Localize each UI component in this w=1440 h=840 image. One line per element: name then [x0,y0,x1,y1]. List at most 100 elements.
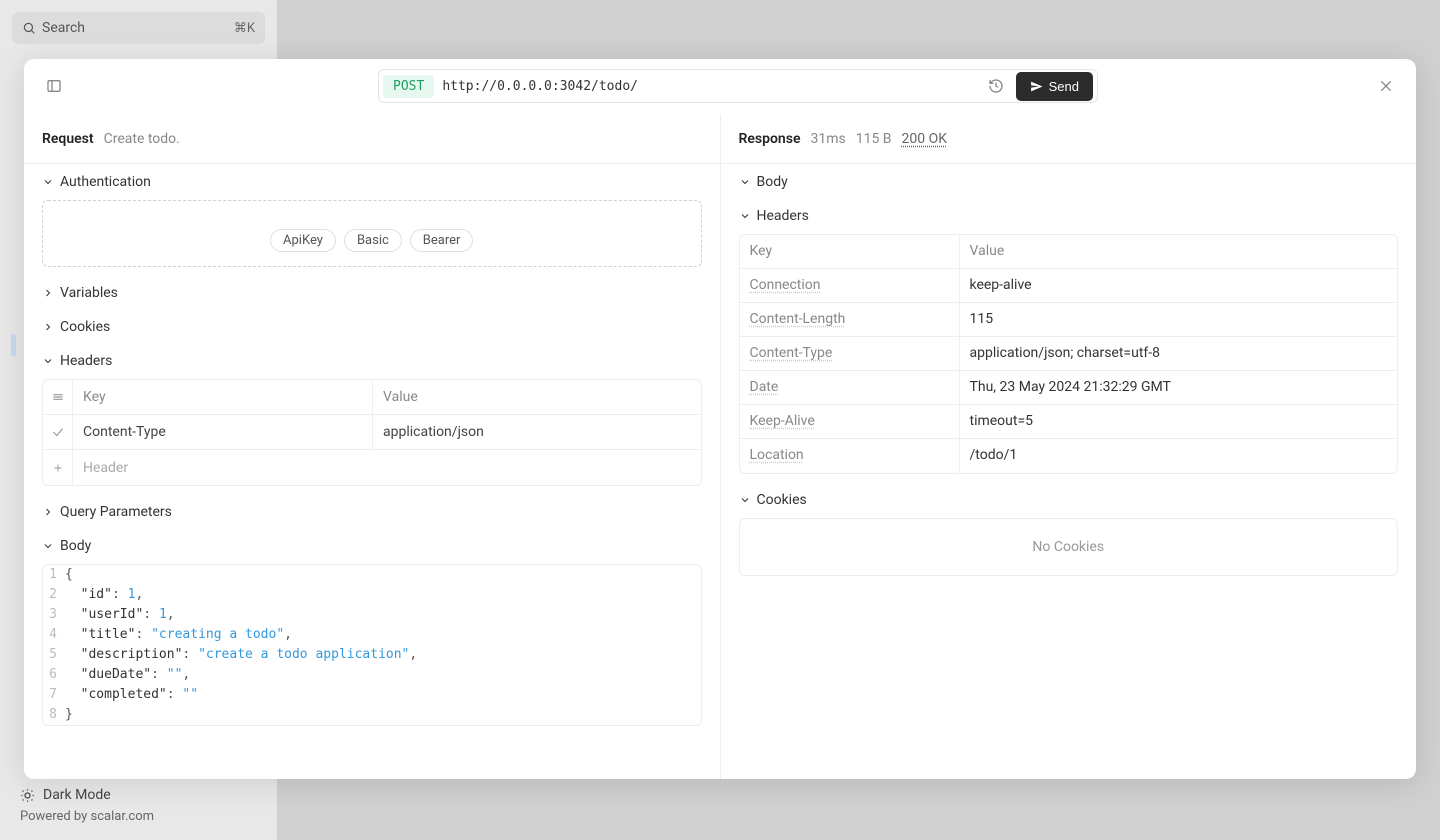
code-line[interactable]: 8} [43,705,701,725]
response-header-val: 115 [960,303,1398,336]
add-header-placeholder[interactable]: Header [73,450,373,485]
close-button[interactable] [1374,74,1398,98]
auth-label: Authentication [60,174,151,190]
table-row: Location/todo/1 [740,439,1398,473]
http-method-badge[interactable]: POST [383,75,434,98]
response-header-key: Date [740,371,960,404]
drag-icon [43,380,73,414]
chevron-right-icon [42,321,54,333]
send-button[interactable]: Send [1016,72,1093,101]
cookies-section-header[interactable]: Cookies [42,319,702,335]
request-title: Request [42,131,94,147]
chevron-down-icon [739,210,751,222]
auth-bearer-pill[interactable]: Bearer [410,229,474,252]
code-line[interactable]: 3 "userId": 1, [43,605,701,625]
line-number: 1 [43,565,65,585]
body-label: Body [60,538,91,554]
dark-mode-toggle[interactable]: Dark Mode [20,787,257,803]
code-content[interactable]: "dueDate": "", [65,665,190,685]
code-content[interactable]: "id": 1, [65,585,143,605]
chevron-right-icon [42,506,54,518]
table-header-row: Key Value [43,380,701,415]
auth-box: ApiKey Basic Bearer [42,200,702,267]
request-panel: Request Create todo. Authentication ApiK… [24,114,721,779]
code-content[interactable]: { [65,565,73,585]
response-title: Response [739,131,801,147]
search-icon [22,21,36,35]
response-status[interactable]: 200 OK [902,131,948,147]
table-row: DateThu, 23 May 2024 21:32:29 GMT [740,371,1398,405]
code-content[interactable]: "description": "create a todo applicatio… [65,645,417,665]
query-label: Query Parameters [60,504,172,520]
response-body-label: Body [757,174,788,190]
response-time: 31ms [810,131,845,147]
code-content[interactable]: "title": "creating a todo", [65,625,292,645]
table-row: Content-Length115 [740,303,1398,337]
check-icon[interactable] [43,415,73,449]
line-number: 6 [43,665,65,685]
line-number: 4 [43,625,65,645]
header-val[interactable]: application/json [373,415,701,449]
chevron-right-icon [42,287,54,299]
code-content[interactable]: "completed": "" [65,685,198,705]
code-content[interactable]: "userId": 1, [65,605,175,625]
search-box[interactable]: Search ⌘K [12,12,265,44]
code-line[interactable]: 7 "completed": "" [43,685,701,705]
table-row: Keep-Alivetimeout=5 [740,405,1398,439]
response-body-header[interactable]: Body [739,174,1399,190]
body-section-header[interactable]: Body [42,538,702,554]
auth-basic-pill[interactable]: Basic [344,229,402,252]
request-subtitle: Create todo. [104,131,180,147]
response-header-val: application/json; charset=utf-8 [960,337,1398,370]
table-row: Connectionkeep-alive [740,269,1398,303]
chevron-down-icon [42,540,54,552]
response-header-key: Location [740,439,960,473]
response-header-val: timeout=5 [960,405,1398,438]
auth-apikey-pill[interactable]: ApiKey [270,229,336,252]
query-section-header[interactable]: Query Parameters [42,504,702,520]
resp-key-col: Key [740,235,960,268]
response-size: 115 B [856,131,892,147]
variables-section-header[interactable]: Variables [42,285,702,301]
plus-icon[interactable] [43,450,73,485]
response-cookies-label: Cookies [757,492,807,508]
header-key-col: Key [73,380,373,414]
code-content[interactable]: } [65,705,73,725]
request-modal: POST http://0.0.0.0:3042/todo/ Send Requ… [24,59,1416,779]
body-editor[interactable]: 1{2 "id": 1,3 "userId": 1,4 "title": "cr… [42,564,702,726]
send-button-label: Send [1049,79,1079,94]
sun-icon [20,788,35,803]
add-header-row[interactable]: Header [43,450,701,485]
url-bar[interactable]: POST http://0.0.0.0:3042/todo/ Send [378,69,1098,103]
response-headers-header[interactable]: Headers [739,208,1399,224]
resp-val-col: Value [960,235,1398,268]
header-key[interactable]: Content-Type [73,415,373,449]
code-line[interactable]: 5 "description": "create a todo applicat… [43,645,701,665]
chevron-down-icon [739,176,751,188]
url-input[interactable]: http://0.0.0.0:3042/todo/ [442,79,975,94]
line-number: 5 [43,645,65,665]
sidebar-toggle-icon[interactable] [42,74,66,98]
dark-mode-label: Dark Mode [43,787,111,803]
search-kbd: ⌘K [234,21,255,36]
response-header-key: Content-Length [740,303,960,336]
response-cookies-header[interactable]: Cookies [739,492,1399,508]
headers-label: Headers [60,353,112,369]
response-header-val: /todo/1 [960,439,1398,473]
code-line[interactable]: 6 "dueDate": "", [43,665,701,685]
auth-section-header[interactable]: Authentication [42,174,702,190]
response-panel: Response 31ms 115 B 200 OK Body Headers [721,114,1417,779]
request-headers-table: Key Value Content-Type application/json [42,379,702,486]
code-line[interactable]: 1{ [43,565,701,585]
variables-label: Variables [60,285,118,301]
code-line[interactable]: 4 "title": "creating a todo", [43,625,701,645]
code-line[interactable]: 2 "id": 1, [43,585,701,605]
history-icon[interactable] [988,78,1004,94]
response-header-val: keep-alive [960,269,1398,302]
headers-section-header[interactable]: Headers [42,353,702,369]
table-row: Content-Typeapplication/json; charset=ut… [740,337,1398,371]
sidebar-active-indicator [11,334,16,356]
response-headers-label: Headers [757,208,809,224]
response-header-key: Content-Type [740,337,960,370]
table-row: Content-Type application/json [43,415,701,450]
